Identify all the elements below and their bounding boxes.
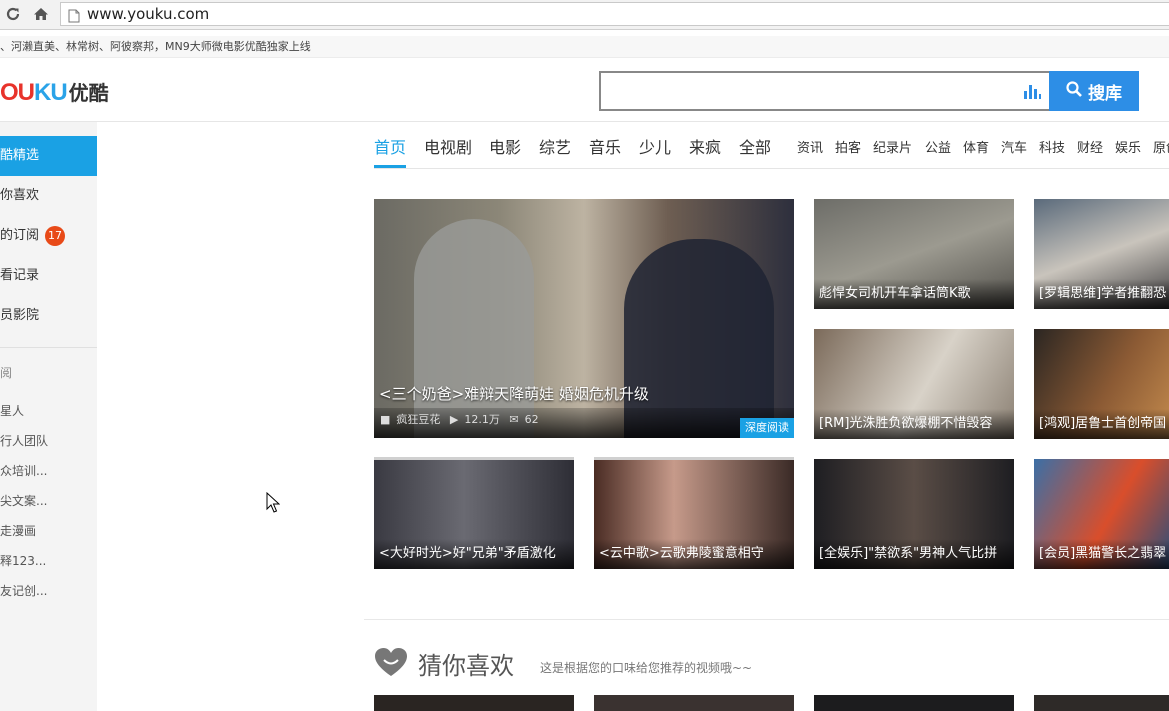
heart-icon	[374, 647, 408, 681]
video-title: [会员]黑猫警长之翡翠	[1034, 539, 1169, 569]
tab-sports[interactable]: 体育	[963, 139, 989, 159]
video-title: [全娱乐]"禁欲系"男神人气比拼	[814, 539, 1014, 569]
comment-count: 62	[524, 413, 539, 426]
nav-divider	[374, 168, 1169, 169]
tab-news[interactable]: 资讯	[797, 139, 823, 159]
subscription-count-badge: 17	[45, 225, 66, 246]
video-tile[interactable]: [会员]黑猫警长之翡翠	[1034, 459, 1169, 569]
video-tile[interactable]	[814, 695, 1014, 711]
video-tile[interactable]	[1034, 695, 1169, 711]
url-text: www.youku.com	[87, 5, 210, 23]
news-ticker[interactable]: 、河濑直美、林常树、阿彼察邦，MN9大师微电影优酷独家上线	[0, 36, 1169, 58]
video-tile[interactable]: 彪悍女司机开车拿话筒K歌	[814, 199, 1014, 309]
tab-all[interactable]: 全部	[739, 136, 771, 168]
video-tile[interactable]: [全娱乐]"禁欲系"男神人气比拼	[814, 459, 1014, 569]
video-tile[interactable]	[594, 695, 794, 711]
tab-variety[interactable]: 综艺	[539, 136, 571, 168]
youku-logo[interactable]: OUKU 优酷	[0, 77, 109, 107]
sidebar-item-subscriptions[interactable]: 的订阅 17	[0, 216, 97, 256]
video-tile[interactable]: [RM]光洙胜负欲爆棚不惜毁容	[814, 329, 1014, 439]
video-title: [罗辑思维]学者推翻恐	[1034, 279, 1169, 309]
hero-video-meta: ■ 疯狂豆花 ▶ 12.1万 ✉ 62	[374, 408, 794, 438]
tab-charity[interactable]: 公益	[925, 139, 951, 159]
sidebar-divider	[0, 347, 97, 348]
guess-section-title: 猜你喜欢	[418, 652, 514, 680]
sidebar-sub-item[interactable]: 行人团队	[0, 426, 97, 456]
tab-tech[interactable]: 科技	[1039, 139, 1065, 159]
header-divider	[0, 121, 1169, 122]
tab-movies[interactable]: 电影	[489, 136, 521, 168]
video-title: [RM]光洙胜负欲爆棚不惜毁容	[814, 409, 1014, 439]
tab-tv[interactable]: 电视剧	[424, 136, 472, 168]
sidebar-subscriptions-header: 阅	[0, 366, 13, 380]
sidebar-sub-item[interactable]: 友记创...	[0, 576, 97, 606]
play-count: 12.1万	[464, 413, 500, 426]
sidebar-item-history[interactable]: 看记录	[0, 256, 97, 296]
guess-section-subtitle: 这是根据您的口味给您推荐的视频哦~~	[540, 661, 753, 675]
video-tile[interactable]: [鸿观]居鲁士首创帝国	[1034, 329, 1169, 439]
uploader-name[interactable]: 疯狂豆花	[396, 413, 440, 426]
tab-original[interactable]: 原创	[1153, 139, 1169, 159]
tab-paike[interactable]: 拍客	[835, 139, 861, 159]
tab-finance[interactable]: 财经	[1077, 139, 1103, 159]
logo-en: OUKU	[0, 79, 68, 106]
browser-toolbar: www.youku.com	[0, 0, 1169, 30]
tab-kids[interactable]: 少儿	[639, 136, 671, 168]
video-title: 彪悍女司机开车拿话筒K歌	[814, 279, 1014, 309]
reload-icon[interactable]	[3, 4, 23, 24]
sidebar-item-featured[interactable]: 酷精选	[0, 136, 97, 176]
tab-home[interactable]: 首页	[374, 136, 407, 168]
tab-laifeng[interactable]: 来疯	[689, 136, 721, 168]
sidebar: 酷精选 你喜欢 的订阅 17 看记录 员影院 阅 星人 行人团队 众培训... 尖…	[0, 122, 97, 711]
sidebar-sub-item[interactable]: 释123...	[0, 546, 97, 576]
comment-icon: ✉	[509, 413, 519, 426]
video-tile[interactable]: [罗辑思维]学者推翻恐	[1034, 199, 1169, 309]
search-input[interactable]	[599, 71, 1051, 111]
mouse-cursor-icon	[266, 491, 281, 518]
tab-entertainment[interactable]: 娱乐	[1115, 139, 1141, 159]
hero-video-tile[interactable]: <三个奶爸>难辩天降萌娃 婚姻危机升级 ■ 疯狂豆花 ▶ 12.1万 ✉ 62 深度阅…	[374, 199, 794, 438]
video-title: <大好时光>好"兄弟"矛盾激化	[374, 539, 574, 569]
hero-video-title: <三个奶爸>难辩天降萌娃 婚姻危机升级	[379, 385, 649, 403]
video-title: <云中歌>云歌弗陵蜜意相守	[594, 539, 794, 569]
play-count-icon: ▶	[449, 413, 459, 426]
video-tile[interactable]: <云中歌>云歌弗陵蜜意相守	[594, 457, 794, 569]
ticker-text: 、河濑直美、林常树、阿彼察邦，MN9大师微电影优酷独家上线	[0, 40, 311, 53]
video-tile[interactable]: <大好时光>好"兄弟"矛盾激化	[374, 457, 574, 569]
sidebar-sub-item[interactable]: 众培训...	[0, 456, 97, 486]
uploader-icon: ■	[380, 413, 391, 426]
page-icon	[68, 7, 80, 29]
search-button-label: 搜库	[1088, 83, 1122, 104]
sidebar-sub-item[interactable]: 星人	[0, 396, 97, 426]
sidebar-sub-item[interactable]: 走漫画	[0, 516, 97, 546]
video-tile[interactable]	[374, 695, 574, 711]
hero-tag-badge[interactable]: 深度阅读	[740, 418, 794, 438]
section-divider	[364, 619, 1169, 620]
sidebar-item-member-cinema[interactable]: 员影院	[0, 296, 97, 336]
home-icon[interactable]	[31, 4, 51, 24]
sidebar-sub-item[interactable]: 尖文案...	[0, 486, 97, 516]
search-button[interactable]: 搜库	[1049, 71, 1139, 111]
tab-auto[interactable]: 汽车	[1001, 139, 1027, 159]
tab-documentary[interactable]: 纪录片	[873, 139, 912, 159]
logo-cn: 优酷	[68, 81, 109, 105]
tab-music[interactable]: 音乐	[589, 136, 621, 168]
video-title: [鸿观]居鲁士首创帝国	[1034, 409, 1169, 439]
search-icon	[1066, 80, 1082, 102]
sound-bars-icon[interactable]	[1023, 82, 1041, 104]
sidebar-item-recommended[interactable]: 你喜欢	[0, 176, 97, 216]
address-bar[interactable]: www.youku.com	[60, 2, 1169, 26]
